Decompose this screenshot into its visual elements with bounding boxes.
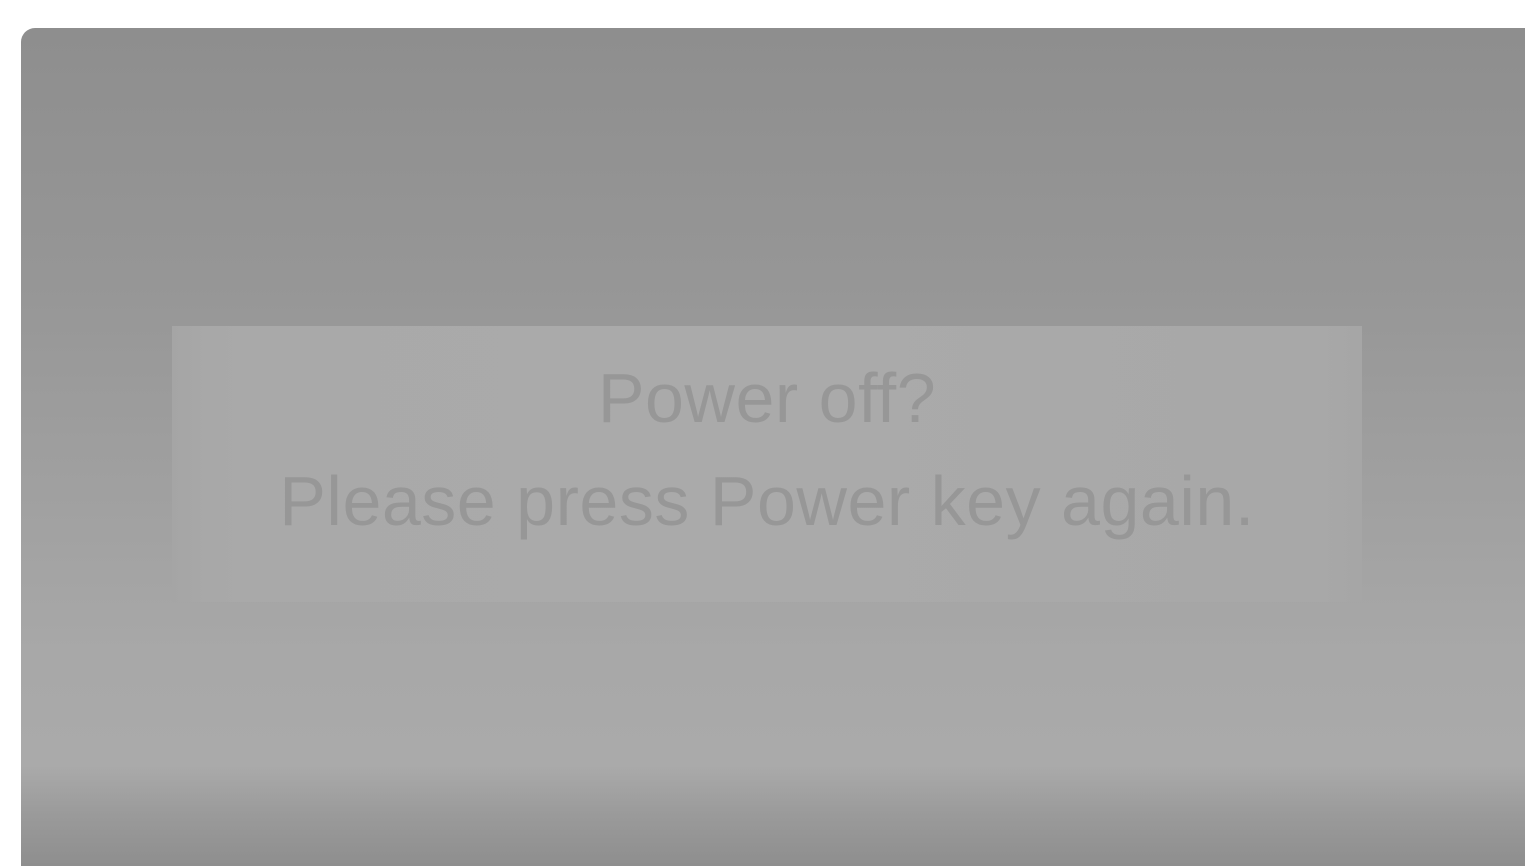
power-off-dialog: Power off? Please press Power key again. [172, 326, 1362, 602]
dialog-message: Please press Power key again. [279, 462, 1255, 540]
dialog-title: Power off? [597, 359, 937, 437]
device-screen: Power off? Please press Power key again. [21, 28, 1525, 866]
